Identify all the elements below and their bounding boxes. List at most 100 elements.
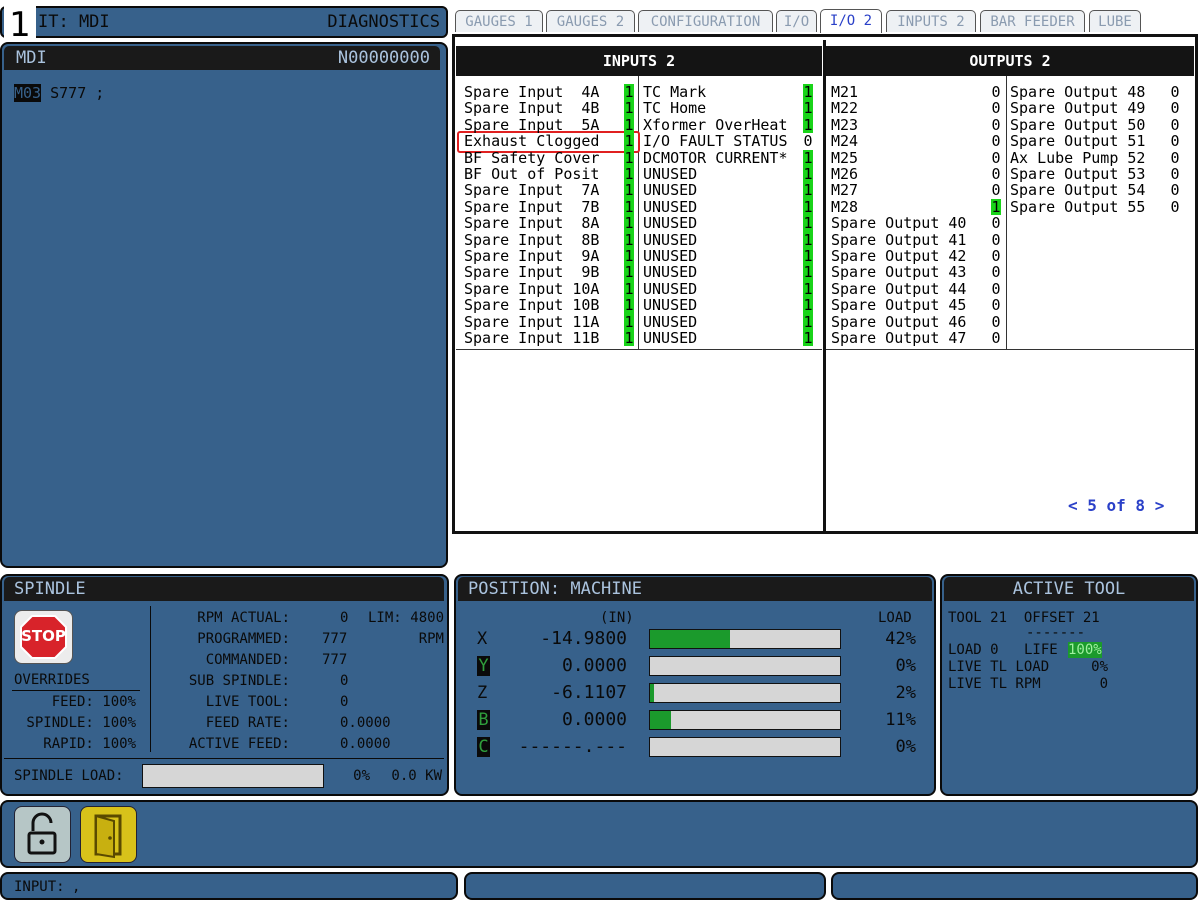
axis-label-x: X: [477, 629, 488, 649]
tool-life-value: 100%: [1068, 642, 1102, 658]
stop-label: STOP: [21, 627, 66, 645]
input-name: I/O FAULT STATUS: [643, 132, 788, 151]
spindle-row-label: FEED RATE:: [205, 715, 290, 731]
page-indicator[interactable]: < 5 of 8 >: [1068, 496, 1164, 515]
input-value: 1: [803, 329, 813, 347]
spindle-row-label: SUB SPINDLE:: [188, 673, 290, 689]
spindle-title: SPINDLE: [14, 579, 86, 599]
output-name: Spare Output 53: [1010, 165, 1146, 183]
output-name: Spare Output 46: [831, 312, 967, 331]
input-name: Spare Input 8A: [464, 214, 600, 233]
input-value: 1: [624, 296, 634, 315]
door-button[interactable]: [80, 806, 137, 863]
input-name: Spare Input 7B: [464, 197, 600, 216]
live-tool-rpm-label: LIVE TL RPM: [948, 676, 1041, 692]
mdi-program-line[interactable]: M03 S777 ;: [14, 84, 104, 102]
input-name: UNUSED: [643, 279, 698, 298]
tab-gauges-2[interactable]: GAUGES 2: [546, 10, 635, 32]
output-name: Spare Output 55: [1010, 197, 1146, 216]
input-name: BF Safety Cover: [464, 148, 600, 167]
output-name: M21: [831, 83, 859, 101]
tab-lube[interactable]: LUBE: [1089, 10, 1141, 32]
position-title: POSITION: MACHINE: [468, 579, 642, 599]
tab-inputs-2[interactable]: INPUTS 2: [886, 10, 976, 32]
input-name: DCMOTOR CURRENT*: [643, 148, 788, 167]
tab-i-o[interactable]: I/O: [776, 10, 817, 32]
axis-position-y: 0.0000: [561, 655, 627, 676]
input-name: Spare Input 11A: [464, 312, 600, 331]
output-name: Spare Output 41: [831, 230, 967, 249]
input-name: UNUSED: [643, 165, 698, 183]
input-name: Spare Input 10B: [464, 296, 600, 315]
door-icon: [94, 814, 122, 859]
output-name: Spare Output 49: [1010, 99, 1146, 118]
live-tool-load-value: 0%: [1091, 659, 1108, 675]
axis-load-pct-b: 11%: [885, 710, 916, 730]
axis-load-pct-x: 42%: [885, 629, 916, 649]
output-value: 0: [991, 165, 1001, 183]
axis-label-z: Z: [477, 683, 488, 703]
input-name: Spare Input 4B: [464, 99, 600, 118]
input-name: Spare Input 7A: [464, 181, 600, 200]
input-bar[interactable]: INPUT: ,: [0, 872, 458, 900]
output-value: 0: [1170, 83, 1180, 101]
tab-configuration[interactable]: CONFIGURATION: [638, 10, 773, 32]
output-name: Spare Output 54: [1010, 181, 1146, 200]
input-name: Spare Input 10A: [464, 279, 600, 298]
output-name: Spare Output 43: [831, 263, 967, 282]
output-name: Spare Output 51: [1010, 132, 1146, 151]
tool-life-label: LIFE: [1024, 642, 1058, 658]
unlock-button[interactable]: [14, 806, 71, 863]
output-name: Spare Output 48: [1010, 83, 1146, 101]
load-header: LOAD: [878, 610, 912, 626]
active-tool-title: ACTIVE TOOL: [1012, 579, 1126, 599]
input-name: UNUSED: [643, 214, 698, 233]
axis-load-bar-z: [649, 683, 841, 703]
mdi-panel[interactable]: [0, 42, 448, 568]
output-value: 0: [991, 83, 1001, 101]
input-value: 1: [624, 181, 634, 200]
axis-load-fill: [650, 684, 654, 702]
spindle-load-rule: [4, 758, 444, 759]
axis-load-fill: [650, 630, 730, 648]
axis-load-bar-b: [649, 710, 841, 730]
output-name: Spare Output 42: [831, 247, 967, 265]
spindle-row-value: 0.0000: [340, 715, 391, 731]
mode-label: IT: MDI: [38, 12, 110, 32]
output-name: M28: [831, 197, 859, 216]
mode-bar: IT: MDI DIAGNOSTICS: [0, 6, 448, 38]
tab-i-o-2[interactable]: I/O 2: [820, 9, 882, 33]
input-name: UNUSED: [643, 247, 698, 265]
output-name: Spare Output 50: [1010, 115, 1146, 134]
mdi-cursor-block: M03: [14, 84, 42, 102]
axis-load-bar-y: [649, 656, 841, 676]
input-value: 1: [624, 329, 634, 347]
column-divider: [823, 40, 826, 531]
axis-load-fill: [650, 711, 671, 729]
annotation-badge: 1: [4, 6, 36, 44]
input-value: 1: [803, 230, 813, 249]
spindle-row-value: 777: [322, 652, 348, 668]
input-value: 1: [803, 197, 813, 216]
input-name: UNUSED: [643, 197, 698, 216]
input-value: 1: [624, 230, 634, 249]
output-name: M27: [831, 181, 859, 200]
output-value: 0: [991, 181, 1001, 200]
input-value: 1: [624, 247, 634, 265]
feed-override: FEED: 100%: [51, 694, 136, 710]
tab-bar-feeder[interactable]: BAR FEEDER: [980, 10, 1085, 32]
input-value: 1: [624, 99, 634, 118]
unlock-icon: [27, 812, 57, 855]
inputs-subdivider: [638, 76, 639, 350]
input-name: Exhaust Clogged: [464, 132, 600, 151]
spindle-load-pct: 0%: [353, 768, 370, 784]
mdi-header: MDI N00000000: [4, 46, 440, 70]
input-value: 1: [624, 115, 634, 134]
input-value: 1: [624, 279, 634, 298]
tab-gauges-1[interactable]: GAUGES 1: [455, 10, 543, 32]
input-value: 1: [803, 83, 813, 101]
input-value: 1: [803, 279, 813, 298]
output-name: M22: [831, 99, 859, 118]
message-bar: [464, 872, 826, 900]
stop-button[interactable]: STOP: [14, 610, 73, 664]
